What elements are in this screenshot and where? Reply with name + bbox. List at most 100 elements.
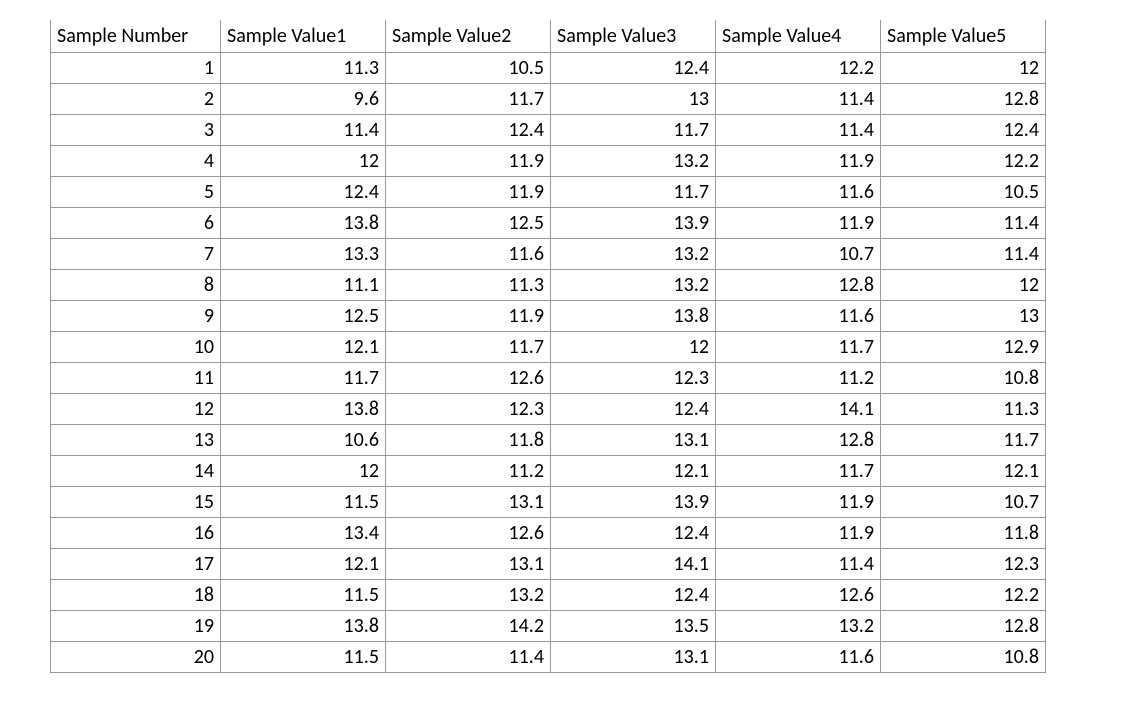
cell-v4: 11.2 xyxy=(716,363,881,394)
cell-v1: 12.5 xyxy=(221,301,386,332)
col-header-sample-value5: Sample Value5 xyxy=(881,20,1046,53)
cell-v4: 14.1 xyxy=(716,394,881,425)
cell-n: 12 xyxy=(51,394,221,425)
cell-v2: 13.2 xyxy=(386,580,551,611)
cell-v1: 13.8 xyxy=(221,208,386,239)
cell-v4: 11.9 xyxy=(716,208,881,239)
cell-v1: 11.5 xyxy=(221,580,386,611)
cell-v1: 13.8 xyxy=(221,394,386,425)
col-header-sample-value3: Sample Value3 xyxy=(551,20,716,53)
cell-v5: 12.2 xyxy=(881,146,1046,177)
col-header-sample-value2: Sample Value2 xyxy=(386,20,551,53)
cell-v3: 12.4 xyxy=(551,53,716,84)
cell-v3: 12.1 xyxy=(551,456,716,487)
table-header: Sample Number Sample Value1 Sample Value… xyxy=(51,20,1046,53)
cell-v3: 13.8 xyxy=(551,301,716,332)
cell-v5: 11.3 xyxy=(881,394,1046,425)
cell-n: 11 xyxy=(51,363,221,394)
cell-v4: 11.7 xyxy=(716,456,881,487)
table-row: 41211.913.211.912.2 xyxy=(51,146,1046,177)
cell-v5: 12.3 xyxy=(881,549,1046,580)
cell-v5: 11.7 xyxy=(881,425,1046,456)
table-row: 1613.412.612.411.911.8 xyxy=(51,518,1046,549)
cell-v1: 12.4 xyxy=(221,177,386,208)
cell-v2: 12.3 xyxy=(386,394,551,425)
cell-v1: 13.4 xyxy=(221,518,386,549)
cell-v5: 12.8 xyxy=(881,84,1046,115)
cell-n: 14 xyxy=(51,456,221,487)
cell-n: 1 xyxy=(51,53,221,84)
cell-v5: 11.8 xyxy=(881,518,1046,549)
cell-v1: 11.3 xyxy=(221,53,386,84)
cell-v3: 12 xyxy=(551,332,716,363)
cell-v5: 12.2 xyxy=(881,580,1046,611)
cell-v5: 10.8 xyxy=(881,363,1046,394)
cell-v2: 12.5 xyxy=(386,208,551,239)
table-row: 1310.611.813.112.811.7 xyxy=(51,425,1046,456)
cell-v1: 13.3 xyxy=(221,239,386,270)
cell-n: 15 xyxy=(51,487,221,518)
cell-v2: 13.1 xyxy=(386,487,551,518)
col-header-sample-value1: Sample Value1 xyxy=(221,20,386,53)
cell-v3: 14.1 xyxy=(551,549,716,580)
cell-n: 2 xyxy=(51,84,221,115)
cell-v2: 12.6 xyxy=(386,518,551,549)
cell-v1: 10.6 xyxy=(221,425,386,456)
cell-v1: 12.1 xyxy=(221,549,386,580)
cell-v4: 11.4 xyxy=(716,84,881,115)
cell-v3: 13.5 xyxy=(551,611,716,642)
cell-n: 16 xyxy=(51,518,221,549)
cell-v1: 9.6 xyxy=(221,84,386,115)
cell-v3: 13.9 xyxy=(551,487,716,518)
cell-v5: 12.9 xyxy=(881,332,1046,363)
cell-v4: 11.6 xyxy=(716,177,881,208)
cell-v4: 12.2 xyxy=(716,53,881,84)
cell-v3: 13.1 xyxy=(551,642,716,673)
cell-v1: 11.4 xyxy=(221,115,386,146)
cell-v1: 12 xyxy=(221,146,386,177)
cell-v5: 12.4 xyxy=(881,115,1046,146)
cell-n: 8 xyxy=(51,270,221,301)
cell-v5: 12 xyxy=(881,53,1046,84)
cell-n: 6 xyxy=(51,208,221,239)
table-row: 613.812.513.911.911.4 xyxy=(51,208,1046,239)
cell-v2: 11.7 xyxy=(386,332,551,363)
cell-v4: 13.2 xyxy=(716,611,881,642)
cell-v4: 11.7 xyxy=(716,332,881,363)
cell-v2: 12.4 xyxy=(386,115,551,146)
table-row: 141211.212.111.712.1 xyxy=(51,456,1046,487)
cell-v1: 11.1 xyxy=(221,270,386,301)
cell-v2: 11.4 xyxy=(386,642,551,673)
cell-n: 3 xyxy=(51,115,221,146)
cell-v2: 12.6 xyxy=(386,363,551,394)
cell-n: 20 xyxy=(51,642,221,673)
table-row: 1213.812.312.414.111.3 xyxy=(51,394,1046,425)
cell-v2: 11.7 xyxy=(386,84,551,115)
cell-n: 5 xyxy=(51,177,221,208)
cell-v4: 11.9 xyxy=(716,487,881,518)
table-row: 1111.712.612.311.210.8 xyxy=(51,363,1046,394)
table-row: 1712.113.114.111.412.3 xyxy=(51,549,1046,580)
table-row: 912.511.913.811.613 xyxy=(51,301,1046,332)
cell-v3: 11.7 xyxy=(551,177,716,208)
cell-v5: 10.8 xyxy=(881,642,1046,673)
cell-v4: 11.4 xyxy=(716,549,881,580)
table-row: 1012.111.71211.712.9 xyxy=(51,332,1046,363)
cell-v4: 12.8 xyxy=(716,270,881,301)
cell-v2: 11.9 xyxy=(386,177,551,208)
cell-v1: 11.5 xyxy=(221,487,386,518)
cell-v5: 11.4 xyxy=(881,239,1046,270)
table-row: 811.111.313.212.812 xyxy=(51,270,1046,301)
cell-n: 9 xyxy=(51,301,221,332)
cell-v4: 10.7 xyxy=(716,239,881,270)
cell-v3: 12.4 xyxy=(551,518,716,549)
cell-v3: 12.4 xyxy=(551,394,716,425)
table-row: 1511.513.113.911.910.7 xyxy=(51,487,1046,518)
table-row: 111.310.512.412.212 xyxy=(51,53,1046,84)
cell-v4: 12.6 xyxy=(716,580,881,611)
cell-v1: 11.7 xyxy=(221,363,386,394)
col-header-sample-number: Sample Number xyxy=(51,20,221,53)
cell-v5: 12.1 xyxy=(881,456,1046,487)
col-header-sample-value4: Sample Value4 xyxy=(716,20,881,53)
cell-v3: 12.3 xyxy=(551,363,716,394)
